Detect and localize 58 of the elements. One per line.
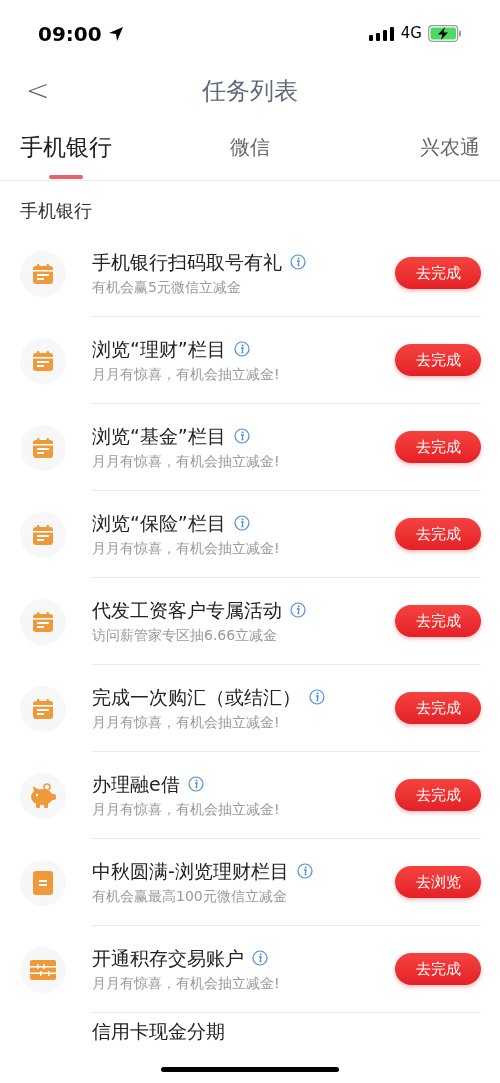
- task-title: 代发工资客户专属活动: [92, 597, 282, 623]
- task-title: 开通积存交易账户: [92, 945, 244, 971]
- calendar-icon: [32, 436, 54, 459]
- tab-indicator: [49, 174, 83, 179]
- task-action-button[interactable]: 去完成: [395, 953, 481, 985]
- task-action-button[interactable]: 去完成: [395, 344, 481, 376]
- task-subtitle: 月月有惊喜，有机会抽立减金!: [92, 451, 281, 471]
- task-action-button[interactable]: 去完成: [395, 692, 481, 724]
- task-action-button[interactable]: 去完成: [395, 779, 481, 811]
- info-icon[interactable]: [187, 775, 204, 792]
- task-title: 浏览“保险”栏目: [92, 510, 226, 536]
- page-title: 任务列表: [202, 76, 298, 107]
- abacus-icon: [30, 959, 56, 980]
- info-icon[interactable]: [309, 688, 325, 705]
- task-title: 信用卡现金分期: [92, 1019, 225, 1043]
- task-subtitle: 有机会赢5元微信立减金: [92, 277, 242, 297]
- task-subtitle: 月月有惊喜，有机会抽立减金!: [92, 712, 281, 732]
- task-action-button[interactable]: 去完成: [395, 431, 481, 463]
- network-type: 4G: [400, 23, 422, 45]
- calendar-icon: [32, 262, 54, 285]
- info-icon[interactable]: [290, 601, 306, 618]
- calendar-icon: [32, 610, 54, 633]
- tab[interactable]: 手机银行: [20, 130, 112, 165]
- task-title: 手机银行扫码取号有礼: [92, 249, 282, 275]
- calendar-icon: [32, 697, 54, 720]
- info-icon[interactable]: [233, 340, 250, 357]
- piggy-bank-icon: [28, 782, 58, 809]
- task-subtitle: 月月有惊喜，有机会抽立减金!: [92, 364, 281, 384]
- task-subtitle: 有机会赢最高100元微信立减金: [92, 886, 288, 906]
- info-icon[interactable]: [296, 862, 313, 879]
- calendar-icon: [32, 523, 54, 546]
- status-time: 09:00: [38, 20, 102, 48]
- task-title: 浏览“基金”栏目: [92, 423, 226, 449]
- info-icon[interactable]: [233, 427, 250, 444]
- tab[interactable]: 微信: [230, 130, 270, 162]
- task-title: 完成一次购汇（或结汇）: [92, 684, 301, 710]
- task-action-button[interactable]: 去浏览: [395, 866, 481, 898]
- info-icon[interactable]: [233, 514, 250, 531]
- tab[interactable]: 兴农通: [420, 130, 480, 162]
- battery-charging-icon: [428, 25, 462, 42]
- calendar-icon: [32, 349, 54, 372]
- task-subtitle: 访问薪管家专区抽6.66立减金: [92, 625, 279, 645]
- task-action-button[interactable]: 去完成: [395, 605, 481, 637]
- task-action-button[interactable]: 去完成: [395, 257, 481, 289]
- task-action-button[interactable]: 去完成: [395, 518, 481, 550]
- task-subtitle: 月月有惊喜，有机会抽立减金!: [92, 973, 281, 993]
- task-subtitle: 月月有惊喜，有机会抽立减金!: [92, 799, 281, 819]
- task-title: 浏览“理财”栏目: [92, 336, 226, 362]
- back-button[interactable]: <: [26, 77, 50, 105]
- task-title: 办理融e借: [92, 771, 180, 797]
- section-title: 手机银行: [20, 200, 92, 221]
- info-icon[interactable]: [290, 253, 306, 270]
- info-icon[interactable]: [252, 949, 268, 966]
- task-title: 中秋圆满-浏览理财栏目: [92, 858, 289, 884]
- document-icon: [33, 870, 53, 895]
- signal-icon: [368, 26, 395, 41]
- task-subtitle: 月月有惊喜，有机会抽立减金!: [92, 538, 281, 558]
- location-arrow-icon: [107, 25, 124, 42]
